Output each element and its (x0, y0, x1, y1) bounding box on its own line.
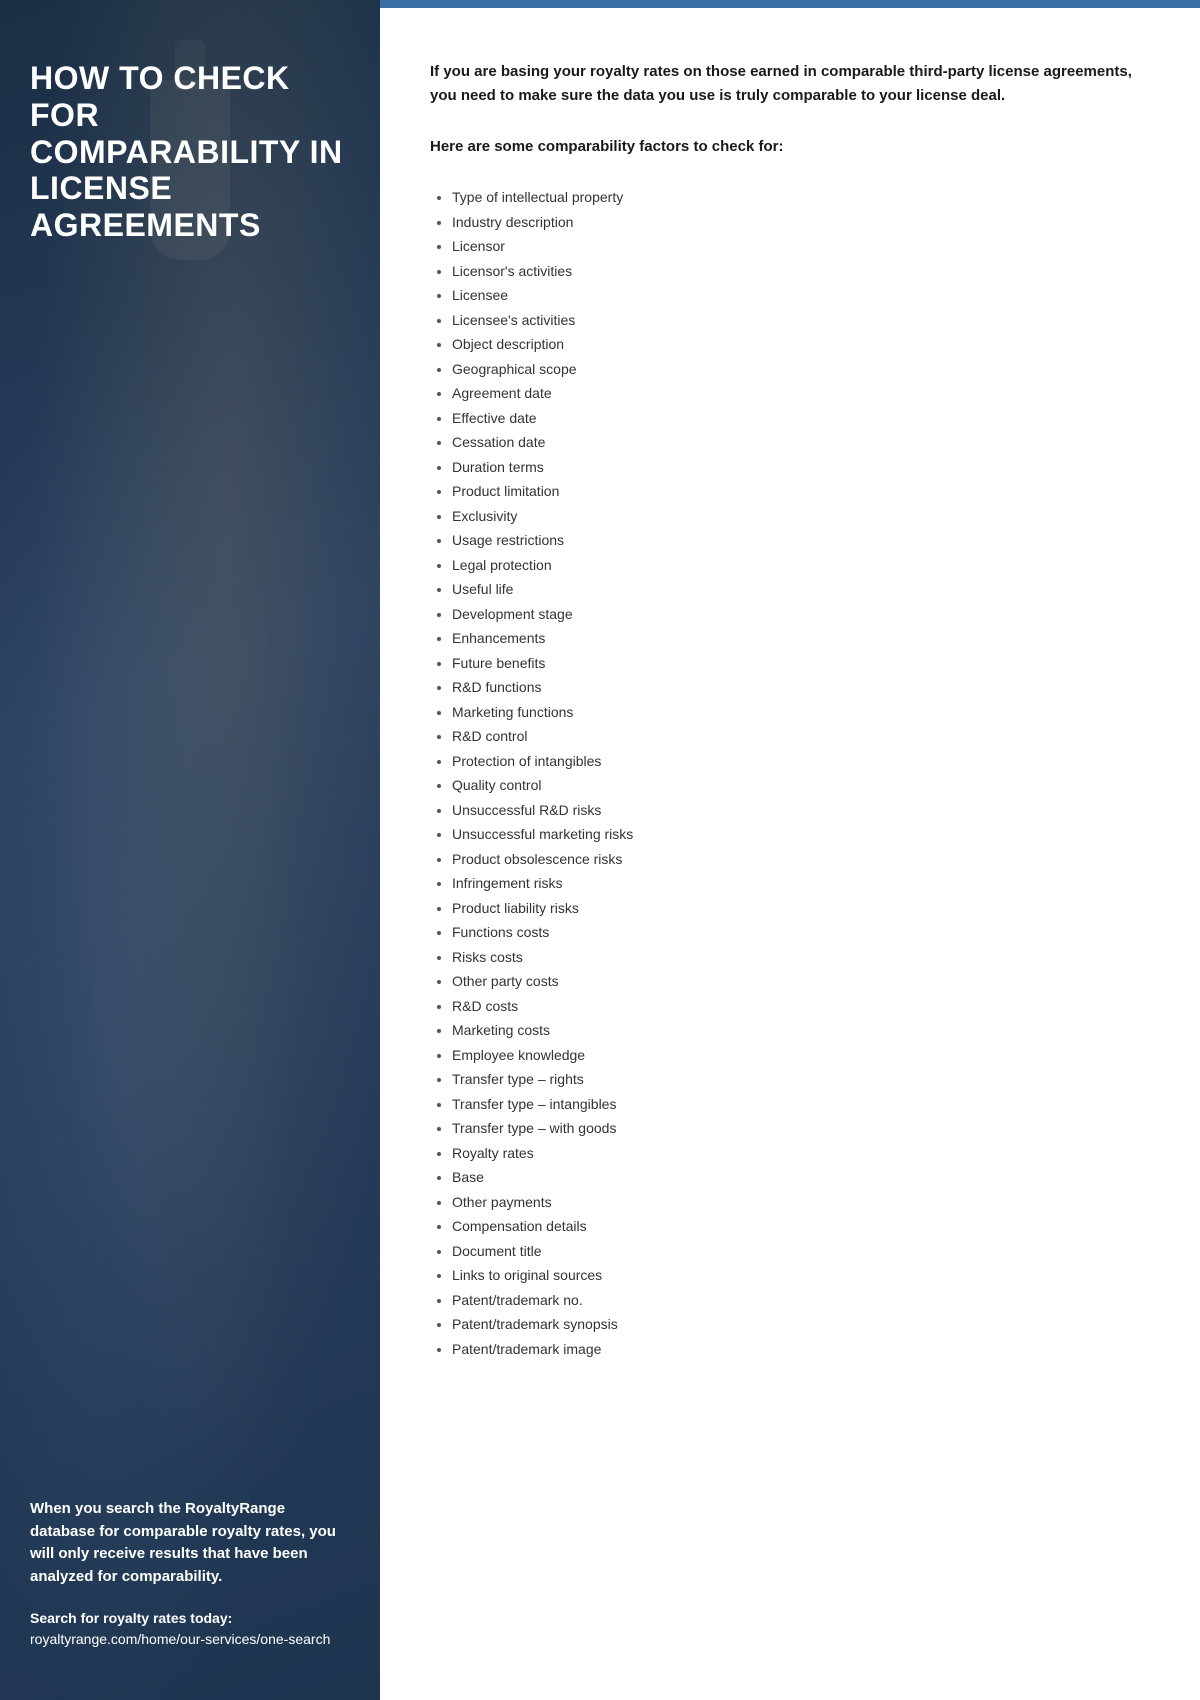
list-item: Licensor's activities (452, 259, 1150, 284)
list-item: Protection of intangibles (452, 749, 1150, 774)
list-item: Patent/trademark synopsis (452, 1312, 1150, 1337)
list-item: Type of intellectual property (452, 185, 1150, 210)
link-url[interactable]: royaltyrange.com/home/our-services/one-s… (30, 1629, 350, 1650)
list-item: R&D functions (452, 675, 1150, 700)
list-item: Agreement date (452, 381, 1150, 406)
list-item: Employee knowledge (452, 1043, 1150, 1068)
list-item: Unsuccessful R&D risks (452, 798, 1150, 823)
list-item: Compensation details (452, 1214, 1150, 1239)
list-item: Patent/trademark no. (452, 1288, 1150, 1313)
list-item: Effective date (452, 406, 1150, 431)
list-item: Future benefits (452, 651, 1150, 676)
list-item: Functions costs (452, 920, 1150, 945)
list-item: Other payments (452, 1190, 1150, 1215)
list-item: Development stage (452, 602, 1150, 627)
comparability-list: Type of intellectual propertyIndustry de… (430, 185, 1150, 1361)
list-item: Marketing costs (452, 1018, 1150, 1043)
list-item: Licensee's activities (452, 308, 1150, 333)
list-item: R&D costs (452, 994, 1150, 1019)
main-title: HOW TO CHECK FOR COMPARABILITY IN LICENS… (30, 60, 350, 244)
list-item: Cessation date (452, 430, 1150, 455)
list-item: Industry description (452, 210, 1150, 235)
list-item: Quality control (452, 773, 1150, 798)
list-item: Unsuccessful marketing risks (452, 822, 1150, 847)
list-item: Usage restrictions (452, 528, 1150, 553)
bottom-description: When you search the RoyaltyRange databas… (30, 1498, 350, 1588)
list-item: Transfer type – rights (452, 1067, 1150, 1092)
list-item: Transfer type – with goods (452, 1116, 1150, 1141)
list-item: Document title (452, 1239, 1150, 1264)
section-heading: Here are some comparability factors to c… (430, 138, 1150, 155)
list-item: Marketing functions (452, 700, 1150, 725)
list-item: Exclusivity (452, 504, 1150, 529)
list-item: Product limitation (452, 479, 1150, 504)
right-panel: If you are basing your royalty rates on … (380, 0, 1200, 1700)
list-item: Royalty rates (452, 1141, 1150, 1166)
list-item: Duration terms (452, 455, 1150, 480)
list-item: Useful life (452, 577, 1150, 602)
list-item: Links to original sources (452, 1263, 1150, 1288)
list-item: Product obsolescence risks (452, 847, 1150, 872)
link-label: Search for royalty rates today: (30, 1608, 350, 1629)
left-top-content: HOW TO CHECK FOR COMPARABILITY IN LICENS… (0, 0, 380, 274)
list-item: Object description (452, 332, 1150, 357)
list-item: Base (452, 1165, 1150, 1190)
list-item: R&D control (452, 724, 1150, 749)
list-item: Enhancements (452, 626, 1150, 651)
list-item: Infringement risks (452, 871, 1150, 896)
list-item: Licensor (452, 234, 1150, 259)
top-accent-bar (380, 0, 1200, 8)
list-item: Patent/trademark image (452, 1337, 1150, 1362)
left-panel: HOW TO CHECK FOR COMPARABILITY IN LICENS… (0, 0, 380, 1700)
list-item: Geographical scope (452, 357, 1150, 382)
list-item: Transfer type – intangibles (452, 1092, 1150, 1117)
list-item: Legal protection (452, 553, 1150, 578)
intro-paragraph: If you are basing your royalty rates on … (430, 60, 1150, 108)
list-item: Other party costs (452, 969, 1150, 994)
left-bottom-content: When you search the RoyaltyRange databas… (0, 1468, 380, 1700)
list-item: Licensee (452, 283, 1150, 308)
list-item: Product liability risks (452, 896, 1150, 921)
list-item: Risks costs (452, 945, 1150, 970)
